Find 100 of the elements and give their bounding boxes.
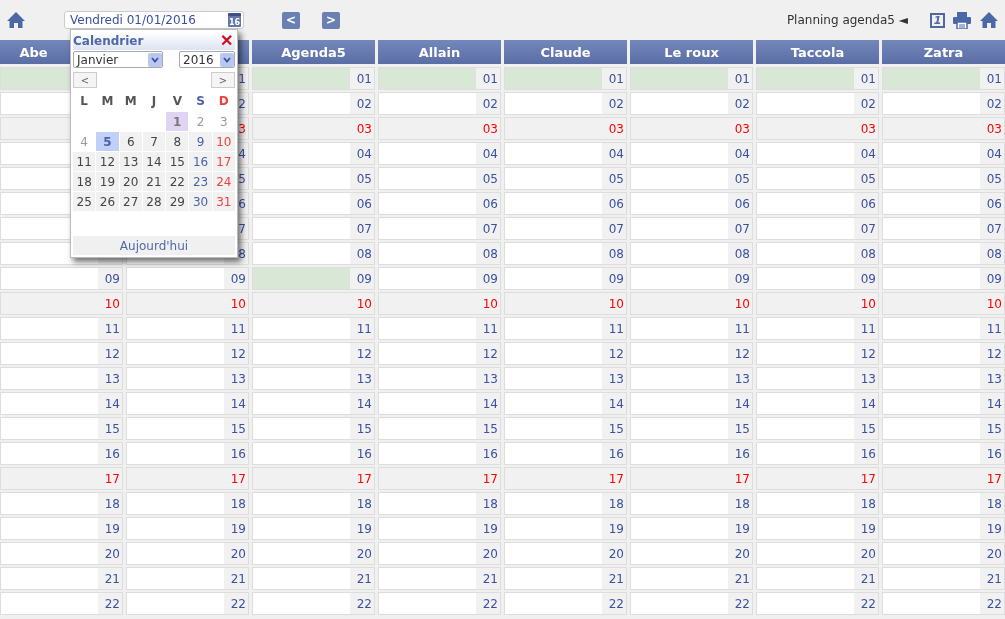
day-cell[interactable]: 13: [504, 367, 627, 390]
day-cell[interactable]: 21: [252, 567, 375, 590]
day-cell[interactable]: 07: [882, 217, 1005, 240]
day-cell[interactable]: 01: [630, 67, 753, 90]
day-cell[interactable]: 12: [126, 342, 249, 365]
day-cell[interactable]: 19: [0, 517, 123, 540]
day-cell[interactable]: 06: [378, 192, 501, 215]
day-cell[interactable]: 17: [504, 467, 627, 490]
date-cell[interactable]: 29: [166, 192, 189, 211]
day-cell[interactable]: 19: [630, 517, 753, 540]
day-cell[interactable]: 09: [630, 267, 753, 290]
today-button[interactable]: Aujourd'hui: [73, 236, 235, 255]
day-cell[interactable]: 10: [504, 292, 627, 315]
previous-month-button[interactable]: <: [73, 72, 97, 88]
day-cell[interactable]: 12: [378, 342, 501, 365]
day-cell[interactable]: 19: [504, 517, 627, 540]
date-cell[interactable]: 25: [73, 192, 96, 211]
day-cell[interactable]: 12: [0, 342, 123, 365]
day-cell[interactable]: 09: [504, 267, 627, 290]
previous-day-button[interactable]: <: [282, 11, 300, 29]
day-cell[interactable]: 21: [126, 567, 249, 590]
next-day-button[interactable]: >: [322, 11, 340, 29]
date-field[interactable]: Vendredi 01/01/2016 16: [64, 11, 244, 29]
day-cell[interactable]: 14: [0, 392, 123, 415]
day-cell[interactable]: 05: [630, 167, 753, 190]
day-cell[interactable]: 06: [882, 192, 1005, 215]
day-cell[interactable]: 08: [252, 242, 375, 265]
day-cell[interactable]: 13: [882, 367, 1005, 390]
day-cell[interactable]: 13: [378, 367, 501, 390]
day-cell[interactable]: 13: [0, 367, 123, 390]
day-cell[interactable]: 05: [882, 167, 1005, 190]
day-cell[interactable]: 21: [0, 567, 123, 590]
month-select[interactable]: Janvier: [73, 51, 163, 68]
day-cell[interactable]: 14: [252, 392, 375, 415]
day-cell[interactable]: 13: [756, 367, 879, 390]
day-cell[interactable]: 09: [252, 267, 375, 290]
day-cell[interactable]: 20: [126, 542, 249, 565]
day-cell[interactable]: 15: [882, 417, 1005, 440]
day-cell[interactable]: 18: [378, 492, 501, 515]
printer-icon[interactable]: [953, 11, 971, 29]
day-cell[interactable]: 22: [630, 592, 753, 615]
day-cell[interactable]: 06: [630, 192, 753, 215]
day-cell[interactable]: 12: [882, 342, 1005, 365]
day-cell[interactable]: 20: [252, 542, 375, 565]
date-cell[interactable]: 9: [189, 132, 212, 151]
day-cell[interactable]: 03: [378, 117, 501, 140]
day-cell[interactable]: 03: [504, 117, 627, 140]
day-cell[interactable]: 11: [252, 317, 375, 340]
date-cell[interactable]: 21: [142, 172, 166, 191]
day-cell[interactable]: 10: [630, 292, 753, 315]
day-cell[interactable]: 22: [378, 592, 501, 615]
day-cell[interactable]: 15: [378, 417, 501, 440]
day-cell[interactable]: 11: [630, 317, 753, 340]
day-cell[interactable]: 22: [126, 592, 249, 615]
day-cell[interactable]: 09: [378, 267, 501, 290]
day-cell[interactable]: 20: [756, 542, 879, 565]
day-cell[interactable]: 21: [882, 567, 1005, 590]
day-cell[interactable]: 22: [504, 592, 627, 615]
day-cell[interactable]: 18: [252, 492, 375, 515]
day-cell[interactable]: 16: [504, 442, 627, 465]
day-cell[interactable]: 17: [126, 467, 249, 490]
day-cell[interactable]: 11: [126, 317, 249, 340]
day-cell[interactable]: 19: [378, 517, 501, 540]
day-cell[interactable]: 04: [630, 142, 753, 165]
day-cell[interactable]: 15: [756, 417, 879, 440]
date-cell[interactable]: 19: [96, 172, 119, 191]
day-cell[interactable]: 06: [252, 192, 375, 215]
day-cell[interactable]: 01: [378, 67, 501, 90]
date-cell[interactable]: 18: [73, 172, 96, 191]
day-cell[interactable]: 21: [756, 567, 879, 590]
day-cell[interactable]: 20: [882, 542, 1005, 565]
home-icon[interactable]: [6, 11, 26, 29]
day-cell[interactable]: 04: [756, 142, 879, 165]
date-cell[interactable]: 15: [166, 152, 189, 171]
day-cell[interactable]: 01: [504, 67, 627, 90]
year-select[interactable]: 2016: [179, 51, 235, 68]
day-cell[interactable]: 20: [504, 542, 627, 565]
day-cell[interactable]: 15: [504, 417, 627, 440]
day-cell[interactable]: 12: [252, 342, 375, 365]
day-cell[interactable]: 01: [882, 67, 1005, 90]
day-cell[interactable]: 20: [630, 542, 753, 565]
day-cell[interactable]: 17: [0, 467, 123, 490]
day-cell[interactable]: 19: [126, 517, 249, 540]
day-cell[interactable]: 11: [504, 317, 627, 340]
day-cell[interactable]: 19: [252, 517, 375, 540]
day-cell[interactable]: 21: [504, 567, 627, 590]
day-cell[interactable]: 11: [0, 317, 123, 340]
day-cell[interactable]: 10: [126, 292, 249, 315]
day-cell[interactable]: 22: [756, 592, 879, 615]
day-cell[interactable]: 08: [378, 242, 501, 265]
day-cell[interactable]: 04: [882, 142, 1005, 165]
day-cell[interactable]: 15: [630, 417, 753, 440]
day-cell[interactable]: 15: [252, 417, 375, 440]
day-cell[interactable]: 17: [882, 467, 1005, 490]
day-cell[interactable]: 11: [882, 317, 1005, 340]
close-button[interactable]: ✕: [218, 33, 235, 49]
day-cell[interactable]: 08: [756, 242, 879, 265]
day-cell[interactable]: 19: [882, 517, 1005, 540]
day-cell[interactable]: 18: [0, 492, 123, 515]
day-cell[interactable]: 11: [378, 317, 501, 340]
